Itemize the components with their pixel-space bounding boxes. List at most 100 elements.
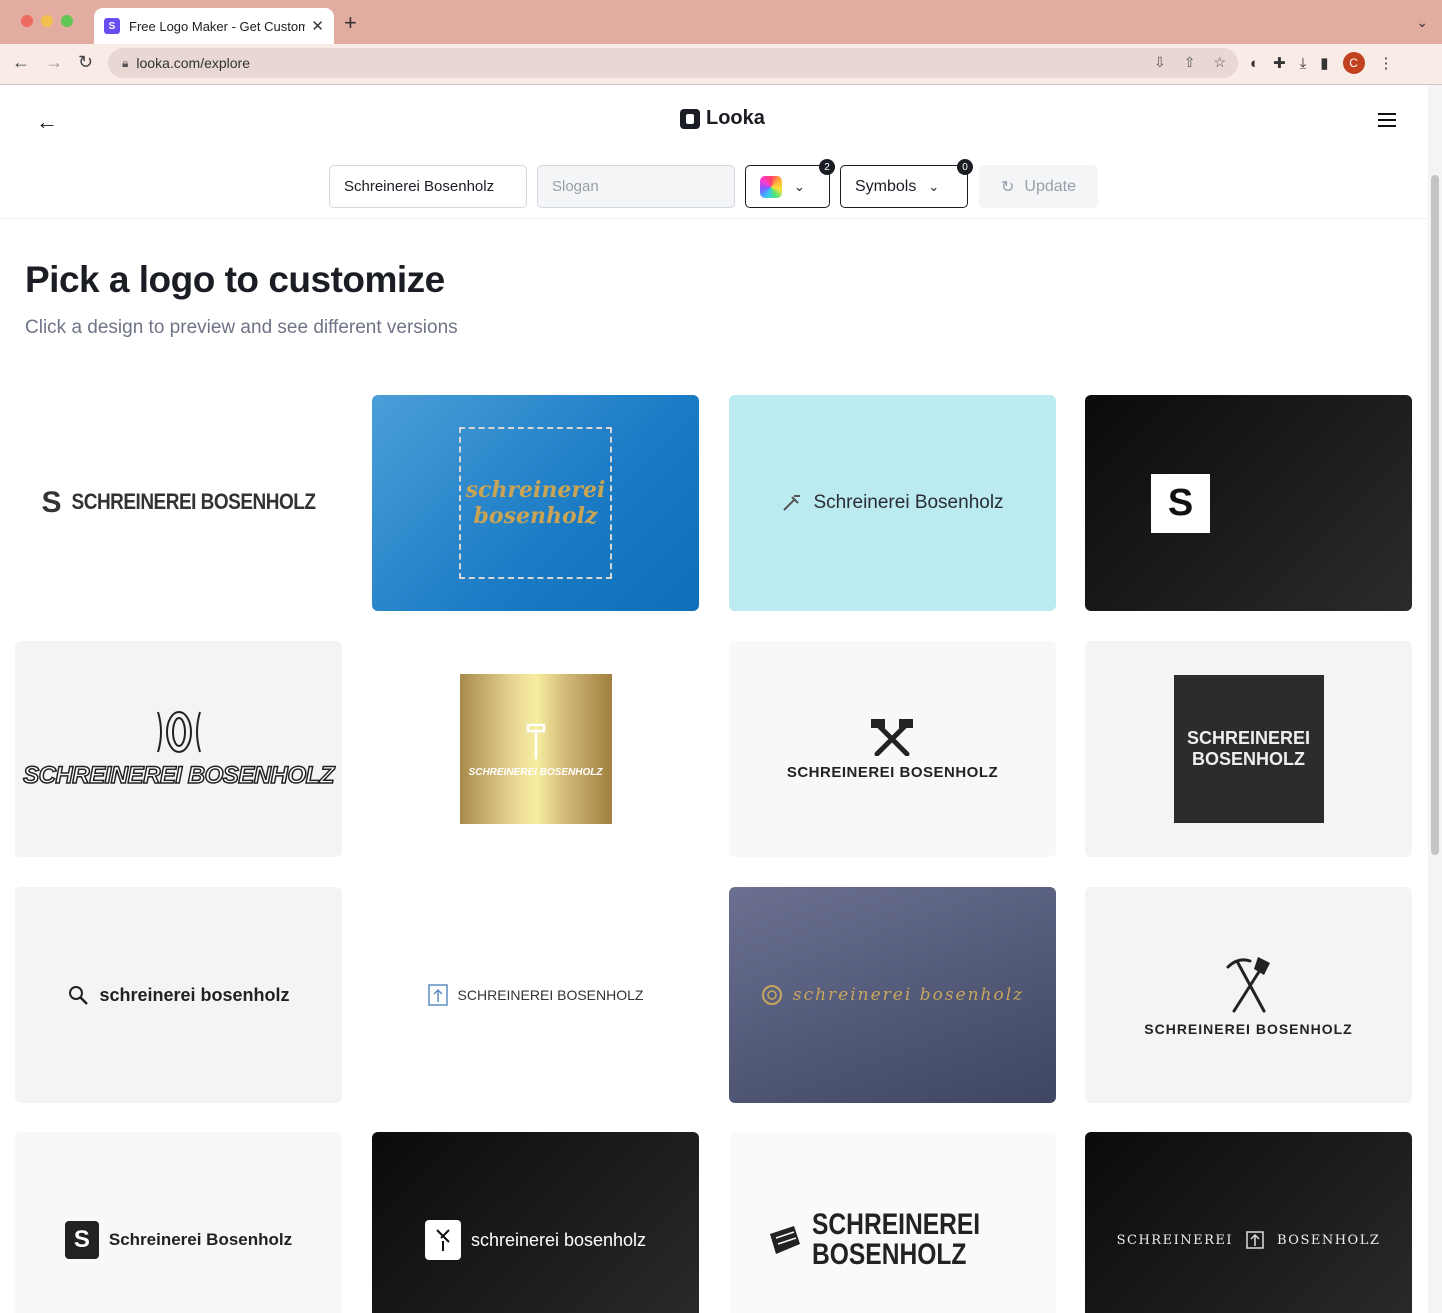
logo-card[interactable]: schreinerei bosenholz — [372, 395, 699, 611]
logo-text: schreinerei bosenholz — [792, 985, 1025, 1005]
new-tab-icon[interactable]: + — [344, 12, 357, 34]
logo-card[interactable]: S SCHREINEREI BOSENHOLZ — [15, 395, 342, 611]
hamburger-menu-icon[interactable] — [1378, 113, 1396, 131]
logo-text: SCHREINEREI BOSENHOLZ — [786, 763, 999, 781]
logo-card[interactable]: schreinerei bosenholz — [372, 1132, 699, 1313]
brand-name: Looka — [706, 107, 765, 129]
logo-card[interactable]: SCHREINEREI BOSENHOLZ — [1085, 1132, 1412, 1313]
maximize-window-button[interactable] — [61, 15, 73, 27]
extensions-puzzle-icon[interactable]: ✚ — [1273, 54, 1286, 72]
side-panel-icon[interactable]: ▮ — [1320, 54, 1328, 72]
close-window-button[interactable] — [21, 15, 33, 27]
close-tab-icon[interactable]: ✕ — [311, 17, 324, 35]
update-button[interactable]: ↻ Update — [979, 165, 1098, 208]
company-name-input[interactable]: Schreinerei Bosenholz — [329, 165, 527, 208]
logo-text: SCHREINEREI BOSENHOLZ — [1144, 1021, 1353, 1037]
logo-text: Schreinerei Bosenholz — [108, 1230, 293, 1249]
header-divider — [0, 218, 1428, 219]
scrollbar-thumb[interactable] — [1431, 175, 1439, 855]
logo-text: SCHREINEREI — [1186, 728, 1311, 748]
logo-card[interactable]: SCHREINEREI BOSENHOLZ — [15, 641, 342, 857]
browser-tab[interactable]: S Free Logo Maker - Get Custom ✕ — [94, 8, 334, 44]
back-arrow-icon[interactable]: ← — [36, 109, 58, 135]
logo-card[interactable]: schreinerei bosenholz — [729, 887, 1056, 1103]
symbols-count-badge: 0 — [957, 159, 973, 175]
page: ← Looka Schreinerei Bosenholz Slogan ⌄ 2… — [0, 85, 1428, 1313]
minimize-window-button[interactable] — [41, 15, 53, 27]
page-subtitle: Click a design to preview and see differ… — [25, 317, 458, 338]
ring-icon — [761, 985, 782, 1005]
install-app-icon[interactable]: ⇩ — [1154, 54, 1166, 71]
logo-card[interactable]: SCHREINEREI BOSENHOLZ — [372, 641, 699, 857]
logo-text: SCHREINEREI — [811, 1208, 981, 1241]
tree-icon — [427, 984, 448, 1006]
looka-favicon-icon: S — [104, 18, 120, 34]
logo-text: schreinerei bosenholz — [470, 1229, 647, 1250]
logo-card[interactable]: schreinerei bosenholz — [15, 887, 342, 1103]
plank-icon — [769, 1226, 800, 1254]
pickaxe-shovel-icon — [1226, 957, 1270, 1013]
tab-bar: S Free Logo Maker - Get Custom ✕ + ⌄ — [0, 0, 1442, 44]
logo-text: Schreinerei Bosenholz — [813, 492, 1004, 513]
profile-avatar[interactable]: C — [1342, 52, 1365, 74]
browser-forward-icon[interactable]: → — [45, 52, 63, 73]
page-title: Pick a logo to customize — [25, 259, 445, 300]
url-text: looka.com/explore — [136, 55, 251, 71]
logo-text: SCHREINEREI BOSENHOLZ — [22, 761, 335, 790]
shovel-icon — [436, 1229, 450, 1251]
hammer-icon — [783, 495, 801, 511]
logo-s-mark: S — [1151, 473, 1210, 533]
logo-card[interactable]: S Schreinerei Bosenholz — [15, 1132, 342, 1313]
logo-s-mark: S — [41, 486, 62, 519]
logo-text: SCHREINEREI — [1116, 1232, 1233, 1248]
colors-dropdown[interactable]: ⌄ 2 — [745, 159, 835, 208]
symbols-dropdown[interactable]: Symbols ⌄ 0 — [840, 159, 973, 208]
page-scrollbar[interactable] — [1428, 85, 1442, 1313]
reload-icon[interactable]: ↻ — [78, 52, 93, 73]
logo-card[interactable]: SCHREINEREI BOSENHOLZ — [1085, 641, 1412, 857]
logo-card[interactable]: Schreinerei Bosenholz — [729, 395, 1056, 611]
color-palette-icon — [760, 175, 782, 198]
browser-chrome: S Free Logo Maker - Get Custom ✕ + ⌄ ← →… — [0, 0, 1442, 85]
logo-card[interactable]: SCHREINEREI BOSENHOLZ — [729, 1132, 1056, 1313]
logo-text: bosenholz — [473, 503, 598, 529]
tab-title: Free Logo Maker - Get Custom — [129, 18, 305, 34]
chevron-down-icon: ⌄ — [928, 178, 940, 194]
refresh-icon: ↻ — [1001, 178, 1015, 196]
symbols-label: Symbols — [855, 177, 917, 195]
lock-icon: 🔒︎ — [122, 55, 129, 70]
hammer-icon — [526, 723, 545, 759]
logo-text: BOSENHOLZ — [1191, 749, 1305, 769]
logo-text: SCHREINEREI BOSENHOLZ — [468, 766, 603, 778]
update-label: Update — [1024, 177, 1076, 195]
browser-toolbar: ← → ↻ 🔒︎ looka.com/explore ⇩ ⇧ ☆ — [0, 44, 1442, 85]
brand-logo[interactable]: Looka — [680, 107, 765, 130]
filter-bar: Schreinerei Bosenholz Slogan ⌄ 2 Symbols… — [329, 159, 1098, 208]
slogan-input[interactable]: Slogan — [537, 165, 735, 208]
tree-icon — [1246, 1231, 1264, 1249]
chevron-down-icon: ⌄ — [794, 178, 805, 194]
logo-text: SCHREINEREI BOSENHOLZ — [457, 987, 644, 1003]
logo-text: schreinerei bosenholz — [99, 984, 290, 1005]
logo-card[interactable]: S — [1085, 395, 1412, 611]
logo-text: schreinerei — [465, 477, 606, 503]
logo-card[interactable]: SCHREINEREI BOSENHOLZ — [729, 641, 1056, 857]
logo-text: BOSENHOLZ — [1277, 1232, 1381, 1248]
logo-text: BOSENHOLZ — [811, 1238, 967, 1271]
logo-s-mark: S — [64, 1221, 99, 1259]
looka-mark-icon — [680, 108, 700, 129]
browser-menu-icon[interactable]: ⋮ — [1379, 54, 1394, 72]
downloads-icon[interactable]: ⤓ — [1300, 55, 1307, 72]
wood-grain-icon — [156, 711, 201, 753]
bookmark-star-icon[interactable]: ☆ — [1213, 54, 1226, 71]
colors-count-badge: 2 — [819, 159, 835, 175]
crossed-hammers-icon — [871, 718, 914, 756]
shovel-badge — [424, 1220, 461, 1260]
logo-card[interactable]: SCHREINEREI BOSENHOLZ — [1085, 887, 1412, 1103]
password-manager-icon[interactable]: ◐ — [1250, 55, 1259, 72]
browser-back-icon[interactable]: ← — [12, 52, 30, 73]
share-icon[interactable]: ⇧ — [1184, 54, 1196, 71]
address-bar[interactable]: 🔒︎ looka.com/explore ⇩ ⇧ ☆ — [108, 48, 1238, 78]
tab-search-chevron-icon[interactable]: ⌄ — [1416, 14, 1428, 31]
logo-card[interactable]: SCHREINEREI BOSENHOLZ — [372, 887, 699, 1103]
